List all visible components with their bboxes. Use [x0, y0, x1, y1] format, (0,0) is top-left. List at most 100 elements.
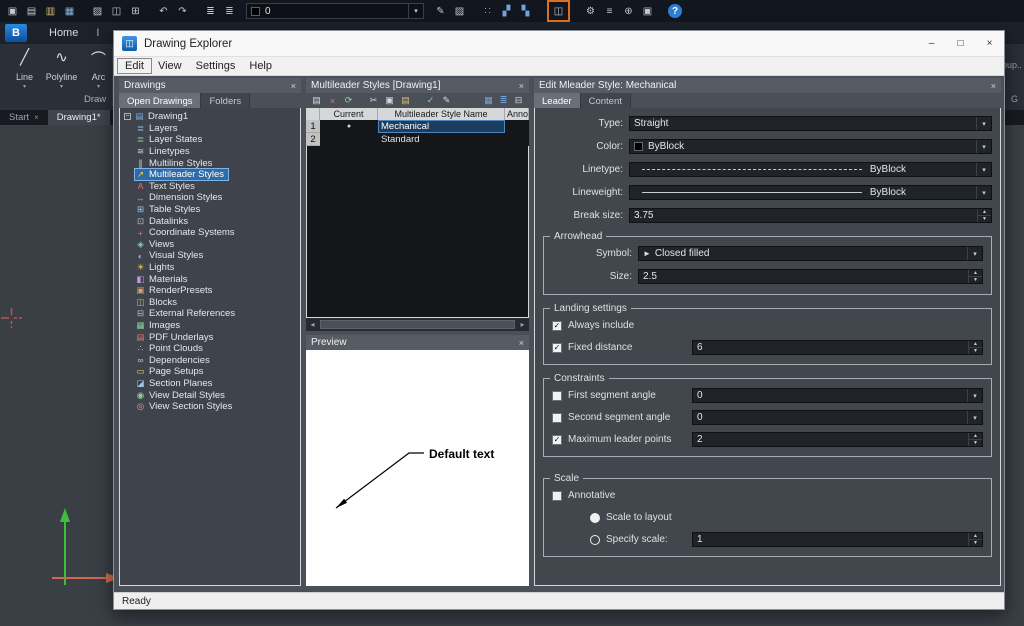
tree-item[interactable]: ◐ Visual Styles	[135, 250, 300, 262]
style-name-cell[interactable]: Standard	[378, 133, 505, 146]
spin-down-icon[interactable]	[978, 216, 991, 222]
minimize-button[interactable]: –	[917, 31, 946, 56]
menu-item[interactable]: Help	[242, 59, 279, 73]
chevron-down-icon[interactable]	[967, 389, 982, 402]
ribbon-tab[interactable]: I	[92, 24, 103, 42]
tree-item[interactable]: ☀ Lights	[135, 262, 300, 274]
help-icon[interactable]: ?	[668, 4, 682, 18]
fixed-distance-checkbox[interactable]	[552, 343, 562, 353]
annotative-column-header[interactable]: Annot	[505, 108, 529, 120]
break-size-input[interactable]: 3.75	[629, 208, 992, 223]
chevron-down-icon[interactable]	[60, 83, 63, 90]
current-style-bullet[interactable]	[320, 133, 378, 146]
draw-pencil-icon[interactable]: ✎	[432, 3, 449, 19]
close-icon[interactable]: ×	[291, 81, 296, 91]
chevron-down-icon[interactable]	[967, 247, 982, 260]
tree-item[interactable]: ↔ Dimension Styles	[135, 192, 300, 204]
spin-up-icon[interactable]	[969, 433, 982, 440]
chevron-down-icon[interactable]	[408, 4, 423, 18]
annotative-checkbox[interactable]	[552, 491, 562, 501]
annotative-cell[interactable]	[505, 133, 529, 146]
chevron-down-icon[interactable]	[23, 83, 26, 90]
grid-snap-icon[interactable]: ▞	[498, 3, 515, 19]
new-icon[interactable]: ▤	[23, 3, 40, 19]
tree-item[interactable]: ◈ Views	[135, 239, 300, 251]
style-name-cell[interactable]: Mechanical	[378, 120, 505, 133]
style-name-column-header[interactable]: Multileader Style Name	[378, 108, 505, 120]
spin-down-icon[interactable]	[969, 277, 982, 283]
cut-icon[interactable]: ✂	[366, 94, 381, 107]
arrowhead-symbol-dropdown[interactable]: ► Closed filled	[638, 246, 983, 261]
ribbon-tool-button[interactable]: ⌒ Arc	[82, 48, 115, 100]
chevron-down-icon[interactable]	[967, 411, 982, 424]
spin-up-icon[interactable]	[969, 533, 982, 540]
rename-icon[interactable]: ✎	[439, 94, 454, 107]
maximum-leader-points-input[interactable]: 2	[692, 432, 983, 447]
tree-item[interactable]: ∞ Dependencies	[135, 354, 300, 366]
ribbon-tool-button[interactable]: ╱ Line	[8, 48, 41, 100]
tree-item[interactable]: ∥ Multiline Styles	[135, 157, 300, 169]
close-icon[interactable]: ×	[34, 113, 39, 122]
ribbon-tab[interactable]: Home	[35, 24, 92, 42]
open-icon[interactable]: ▥	[42, 3, 59, 19]
edit-panel-header[interactable]: Edit Mleader Style: Mechanical ×	[534, 78, 1001, 93]
tree-item[interactable]: ▦ Images	[135, 320, 300, 332]
linetype-dropdown[interactable]: ByBlock	[629, 162, 992, 177]
spin-up-icon[interactable]	[978, 209, 991, 216]
tree-item[interactable]: ⊞ Table Styles	[135, 204, 300, 216]
spin-down-icon[interactable]	[969, 440, 982, 446]
close-icon[interactable]: ×	[519, 338, 524, 348]
current-style-bullet[interactable]: ●	[320, 120, 378, 133]
second-segment-angle-checkbox[interactable]	[552, 413, 562, 423]
publish-icon[interactable]: ⊞	[127, 3, 144, 19]
tree-item[interactable]: ≋ Linetypes	[135, 146, 300, 158]
undo-icon[interactable]: ↶	[155, 3, 172, 19]
fixed-distance-input[interactable]: 6	[692, 340, 983, 355]
layer-dropdown[interactable]: 0	[246, 3, 424, 19]
type-dropdown[interactable]: Straight	[629, 116, 992, 131]
entity-snap-icon[interactable]: ∷	[479, 3, 496, 19]
scroll-left-icon[interactable]: ◂	[306, 320, 319, 329]
save-icon[interactable]: ▦	[61, 3, 78, 19]
tree-item[interactable]: ⊡ Datalinks	[135, 215, 300, 227]
scroll-right-icon[interactable]: ▸	[516, 320, 529, 329]
tab-leader[interactable]: Leader	[534, 93, 581, 108]
tab-open-drawings[interactable]: Open Drawings	[119, 93, 201, 108]
doc-tab-start[interactable]: Start ×	[0, 110, 48, 125]
layers-dialog-icon[interactable]: ≣	[202, 3, 219, 19]
tree-item[interactable]: ↗ Multileader Styles	[135, 169, 300, 181]
first-segment-angle-checkbox[interactable]	[552, 391, 562, 401]
app-logo-icon[interactable]: B	[5, 24, 27, 42]
doc-tab-drawing1[interactable]: Drawing1*	[48, 110, 110, 125]
new-style-icon[interactable]: ▤	[309, 94, 324, 107]
drawing-explorer-icon[interactable]: ◫	[550, 3, 567, 19]
tree-item[interactable]: ◧ Materials	[135, 273, 300, 285]
tree-item[interactable]: ◉ View Detail Styles	[135, 389, 300, 401]
print-icon[interactable]: ▨	[89, 3, 106, 19]
tree-item[interactable]: ◫ Blocks	[135, 297, 300, 309]
purge-icon[interactable]: ⟳	[341, 94, 356, 107]
delete-style-icon[interactable]: ×	[325, 94, 340, 107]
dialog-titlebar[interactable]: ◫ Drawing Explorer – □ ×	[114, 31, 1004, 57]
tree-item[interactable]: ∴ Point Clouds	[135, 343, 300, 355]
lineweight-dropdown[interactable]: ByBlock	[629, 185, 992, 200]
table-row[interactable]: 2 Standard	[306, 133, 529, 146]
scale-to-layout-radio[interactable]	[590, 513, 600, 523]
ribbon-tool-button[interactable]: ∿ Polyline	[45, 48, 78, 100]
tree-item[interactable]: + Coordinate Systems	[135, 227, 300, 239]
chevron-down-icon[interactable]	[976, 163, 991, 176]
menu-item[interactable]: Edit	[118, 59, 151, 73]
attachments-icon[interactable]: ⊕	[620, 3, 637, 19]
maximize-button[interactable]: □	[946, 31, 975, 56]
workspace-icon[interactable]: ▣	[4, 3, 21, 19]
tree-item[interactable]: ▭ Page Setups	[135, 366, 300, 378]
tree-item[interactable]: ≣ Layer States	[135, 134, 300, 146]
spin-down-icon[interactable]	[969, 540, 982, 546]
tree-root-drawing1[interactable]: ▤ Drawing1	[124, 111, 300, 123]
tab-folders[interactable]: Folders	[201, 93, 250, 108]
specify-scale-input[interactable]: 1	[692, 532, 983, 547]
paste-icon[interactable]: ▤	[398, 94, 413, 107]
tree-item[interactable]: ⊟ External References	[135, 308, 300, 320]
tree-item[interactable]: ≣ Layers	[135, 123, 300, 135]
collapse-icon[interactable]	[124, 113, 131, 120]
